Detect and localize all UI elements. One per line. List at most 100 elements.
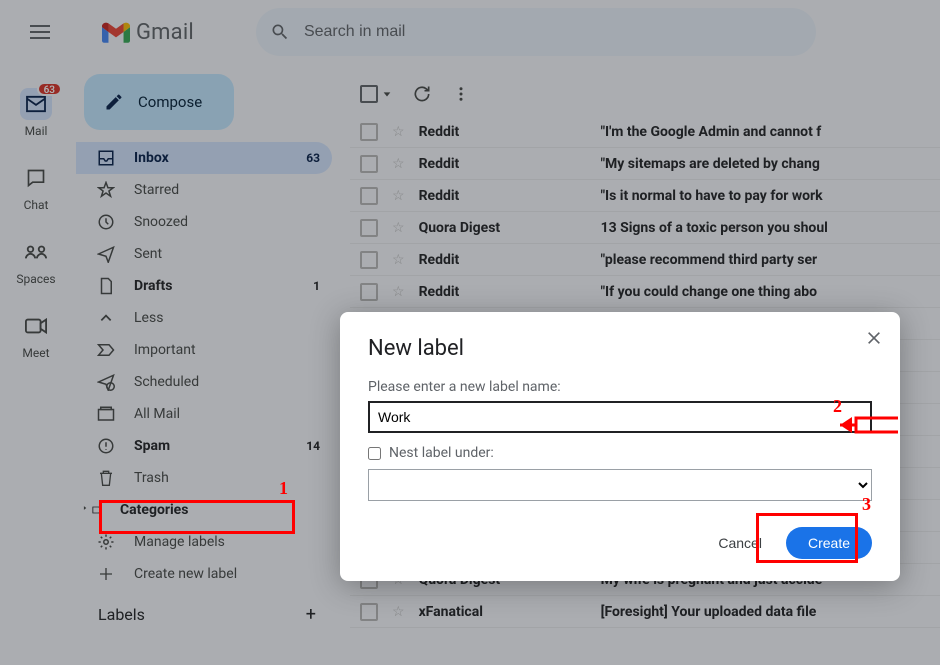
inbox-icon [97, 149, 115, 167]
mail-row[interactable]: ☆Reddit"Is it normal to have to pay for … [350, 180, 940, 212]
star-icon[interactable]: ☆ [392, 284, 405, 300]
sidebar-item-create-label[interactable]: Create new label [76, 558, 332, 590]
sidebar-item-label: Spam [134, 438, 288, 454]
hamburger-icon [30, 25, 50, 39]
row-sender: xFanatical [419, 604, 587, 620]
nest-parent-select[interactable] [368, 469, 872, 501]
sidebar-item-manage-labels[interactable]: Manage labels [76, 526, 332, 558]
compose-button[interactable]: Compose [84, 74, 234, 130]
sidebar-item-label: Less [134, 310, 320, 326]
sidebar-item-less[interactable]: Less [76, 302, 332, 334]
close-icon [866, 330, 882, 346]
row-checkbox[interactable] [360, 251, 378, 269]
mail-badge: 63 [37, 82, 62, 96]
star-icon[interactable]: ☆ [392, 604, 405, 620]
sidebar-item-sent[interactable]: Sent [76, 238, 332, 270]
caret-down-icon [382, 89, 392, 99]
sidebar-item-drafts[interactable]: Drafts 1 [76, 270, 332, 302]
labels-heading: Labels + [76, 590, 332, 625]
row-sender: Reddit [419, 124, 587, 140]
row-checkbox[interactable] [360, 187, 378, 205]
row-subject: "I'm the Google Admin and cannot f [601, 124, 822, 140]
row-sender: Reddit [419, 284, 587, 300]
rail-item-mail[interactable]: 63 Mail [6, 88, 66, 138]
gmail-logo[interactable]: Gmail [102, 20, 194, 45]
mail-row[interactable]: ☆ xFanatical [Foresight] Your uploaded dat… [350, 596, 940, 628]
plus-icon [98, 566, 114, 582]
new-label-dialog: New label Please enter a new label name:… [340, 312, 900, 581]
sidebar-item-allmail[interactable]: All Mail [76, 398, 332, 430]
rail-item-spaces[interactable]: Spaces [6, 236, 66, 286]
close-button[interactable] [866, 330, 882, 351]
nest-label-text: Nest label under: [389, 445, 494, 461]
sidebar-item-count: 1 [313, 279, 320, 293]
sidebar-item-snoozed[interactable]: Snoozed [76, 206, 332, 238]
star-icon[interactable]: ☆ [392, 188, 405, 204]
sidebar-item-trash[interactable]: Trash [76, 462, 332, 494]
star-icon[interactable]: ☆ [392, 156, 405, 172]
search-bar[interactable] [256, 8, 816, 56]
clock-icon [97, 213, 115, 231]
nest-checkbox[interactable] [368, 447, 381, 460]
app-rail: 63 Mail Chat Spaces Meet [0, 64, 72, 665]
mail-row[interactable]: ☆ Reddit "My sitemaps are deleted by chang [350, 148, 940, 180]
sidebar-item-label: Snoozed [134, 214, 320, 230]
star-icon[interactable]: ☆ [392, 252, 405, 268]
sidebar-item-spam[interactable]: Spam 14 [76, 430, 332, 462]
important-icon [97, 343, 115, 357]
sidebar-item-label: Drafts [134, 278, 295, 294]
refresh-icon[interactable] [412, 84, 432, 104]
sidebar-item-starred[interactable]: Starred [76, 174, 332, 206]
row-checkbox[interactable] [360, 219, 378, 237]
create-button[interactable]: Create [786, 527, 872, 559]
rail-item-chat[interactable]: Chat [6, 162, 66, 212]
mail-icon [25, 95, 47, 113]
gmail-wordmark: Gmail [136, 20, 194, 45]
sidebar-item-categories[interactable]: Categories [76, 494, 332, 526]
sidebar-item-label: Scheduled [134, 374, 320, 390]
rail-item-meet[interactable]: Meet [6, 310, 66, 360]
row-sender: Reddit [419, 156, 587, 172]
row-subject: "My sitemaps are deleted by chang [601, 156, 820, 172]
mail-row[interactable]: ☆ Reddit "I'm the Google Admin and cannot … [350, 116, 940, 148]
more-icon[interactable] [452, 85, 470, 103]
sidebar-item-important[interactable]: Important [76, 334, 332, 366]
pencil-icon [104, 92, 124, 112]
sidebar: Compose Inbox 63 Starred Snoozed Sent Dr… [72, 64, 340, 665]
star-icon[interactable]: ☆ [392, 124, 405, 140]
select-all-checkbox[interactable] [360, 85, 392, 103]
gear-icon [97, 533, 115, 551]
row-sender: Reddit [419, 188, 587, 204]
label-name-input[interactable] [368, 401, 872, 433]
row-checkbox[interactable] [360, 155, 378, 173]
mail-row[interactable]: ☆Reddit"If you could change one thing ab… [350, 276, 940, 308]
row-subject: [Foresight] Your uploaded data file [601, 604, 817, 620]
meet-icon [25, 318, 47, 334]
compose-label: Compose [138, 93, 202, 111]
cancel-button[interactable]: Cancel [704, 527, 776, 559]
rail-label: Mail [25, 124, 48, 138]
rail-label: Meet [22, 346, 49, 360]
row-checkbox[interactable] [360, 283, 378, 301]
mail-row[interactable]: ☆Reddit"please recommend third party ser [350, 244, 940, 276]
chat-icon [26, 168, 46, 188]
main-menu-button[interactable] [16, 8, 64, 56]
sidebar-item-label: Inbox [134, 150, 288, 166]
mail-toolbar [350, 72, 940, 116]
label-name-prompt: Please enter a new label name: [368, 379, 872, 395]
row-checkbox[interactable] [360, 603, 378, 621]
add-label-button[interactable]: + [306, 604, 316, 625]
row-checkbox[interactable] [360, 123, 378, 141]
sidebar-item-label: Categories [120, 502, 320, 518]
chevron-up-icon [99, 311, 113, 325]
search-icon [270, 22, 290, 42]
sidebar-item-inbox[interactable]: Inbox 63 [76, 142, 332, 174]
sidebar-item-label: Important [134, 342, 320, 358]
star-icon[interactable]: ☆ [392, 220, 405, 236]
sidebar-item-count: 63 [306, 151, 320, 165]
star-icon [97, 181, 115, 199]
send-icon [97, 245, 115, 263]
mail-row[interactable]: ☆Quora Digest13 Signs of a toxic person … [350, 212, 940, 244]
sidebar-item-scheduled[interactable]: Scheduled [76, 366, 332, 398]
search-input[interactable] [304, 23, 802, 41]
